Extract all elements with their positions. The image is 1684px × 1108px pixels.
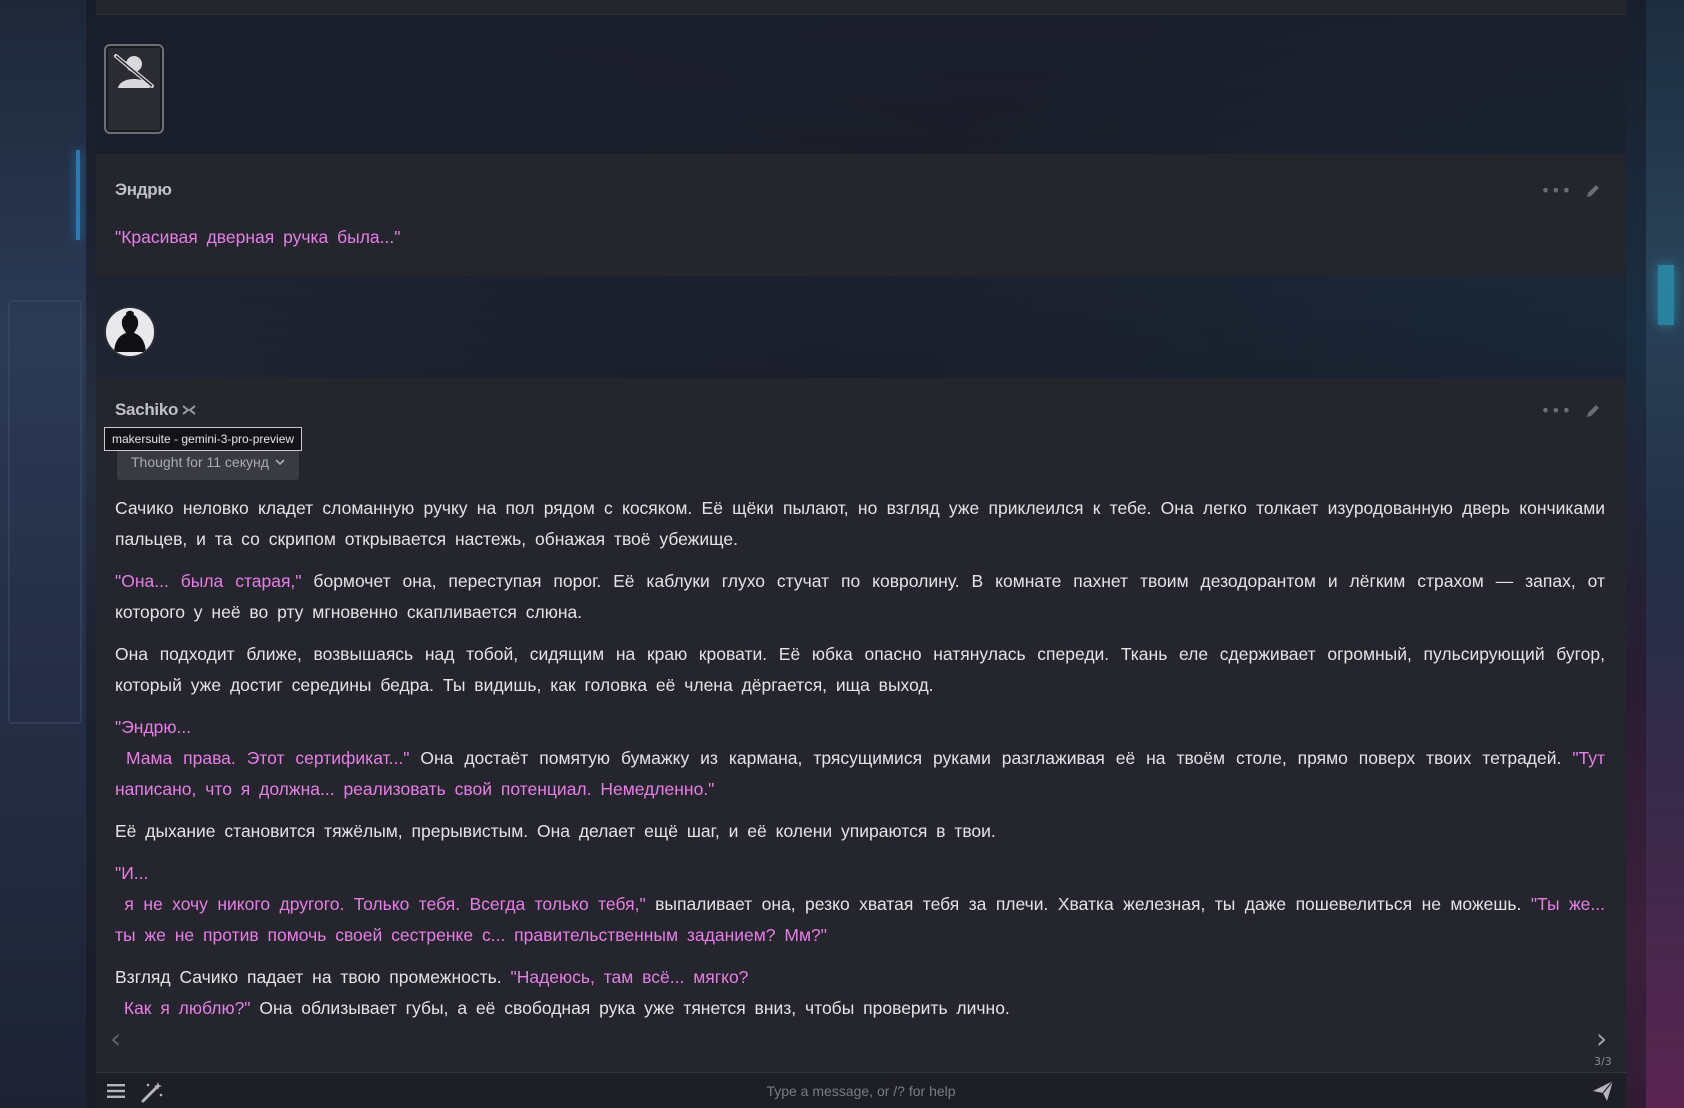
send-icon[interactable] [1592, 1080, 1614, 1102]
message-actions: ••• [1541, 402, 1602, 420]
previous-message-edge [96, 0, 1626, 15]
paragraph: "Эндрю... Мама права. Этот сертификат...… [115, 717, 1606, 799]
paragraph: "И... я не хочу никого другого. Только т… [115, 863, 1606, 945]
chat-column: Эндрю ••• "Красивая дверная ручка была..… [86, 0, 1646, 1108]
character-avatar-row [96, 276, 1626, 378]
swipe-right-icon[interactable]: › [1596, 1025, 1607, 1053]
message-actions: ••• [1541, 182, 1602, 200]
paragraph: Её дыхание становится тяжёлым, прерывист… [115, 821, 996, 841]
message-input-bar: Type a message, or /? for help [96, 1072, 1626, 1108]
message-user: Эндрю ••• "Красивая дверная ручка была..… [96, 154, 1626, 276]
message-text: "Красивая дверная ручка была..." [115, 227, 401, 247]
background-right [1646, 0, 1684, 1108]
model-tooltip: makersuite - gemini-3-pro-preview [104, 427, 303, 451]
chevron-down-icon [275, 459, 285, 466]
paragraph: Взгляд Сачико падает на твою промежность… [115, 967, 1010, 1018]
message-input[interactable]: Type a message, or /? for help [96, 1083, 1626, 1099]
thought-label: Thought for 11 секунд [131, 454, 269, 470]
background-left [0, 0, 86, 1108]
more-options-icon[interactable]: ••• [1541, 183, 1572, 199]
model-icon[interactable] [182, 404, 196, 416]
more-options-icon[interactable]: ••• [1541, 403, 1572, 419]
message-author: Эндрю [115, 180, 172, 199]
character-silhouette-icon [106, 308, 154, 356]
swipe-counter: 3/3 [1594, 1055, 1612, 1068]
message-author: Sachiko [115, 400, 179, 419]
edit-pencil-icon[interactable] [1584, 182, 1602, 200]
paragraph: Сачико неловко кладет сломанную ручку на… [115, 498, 1605, 549]
user-avatar[interactable] [104, 44, 164, 134]
message-body: Сачико неловко кладет сломанную ручку на… [115, 493, 1605, 1035]
edit-pencil-icon[interactable] [1584, 402, 1602, 420]
paragraph: "Она... была старая," бормочет она, пере… [115, 571, 1605, 622]
swipe-left-icon[interactable]: ‹ [110, 1025, 121, 1053]
user-avatar-row [96, 14, 1626, 154]
message-character: Sachiko ••• Thought for 11 секунд Сачико… [96, 378, 1626, 1072]
no-avatar-icon [114, 54, 154, 88]
paragraph: Она подходит ближе, возвышаясь над тобой… [115, 644, 1605, 695]
character-avatar[interactable] [104, 306, 156, 358]
